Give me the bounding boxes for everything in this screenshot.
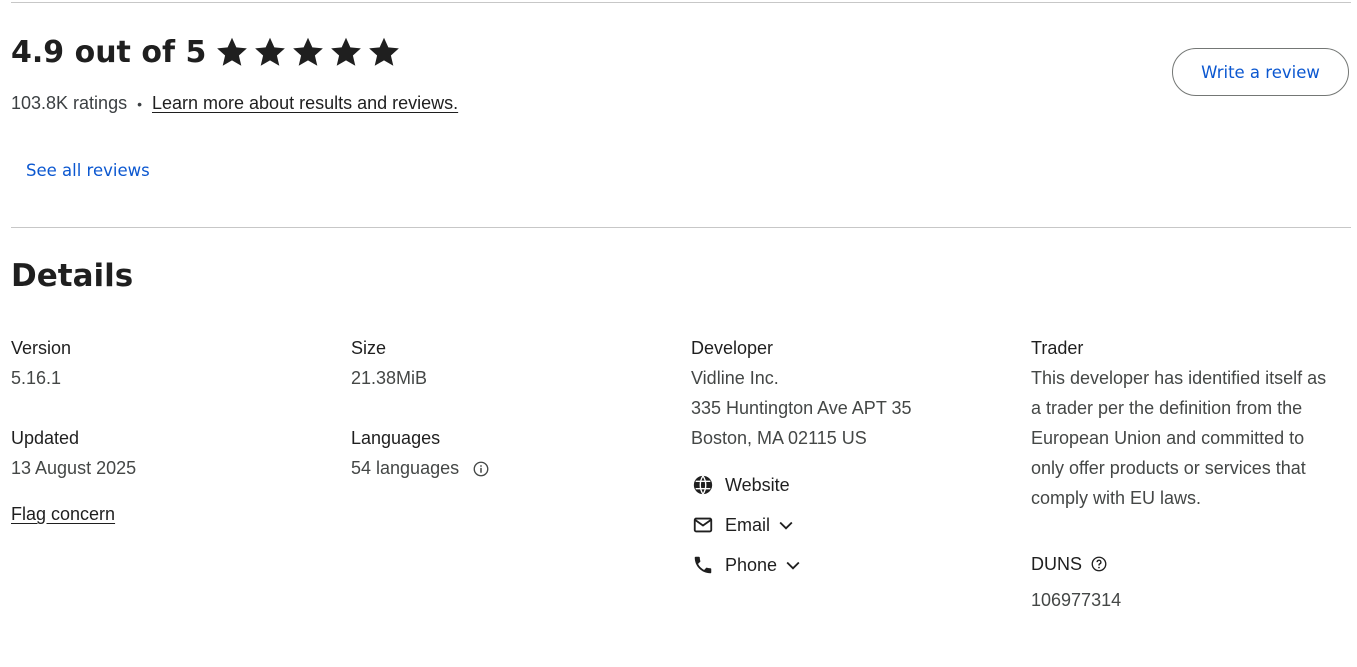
size-label: Size xyxy=(351,338,387,358)
chevron-down-icon xyxy=(783,555,803,575)
section-divider xyxy=(11,227,1351,228)
size-value: 21.38MiB xyxy=(351,368,428,388)
ratings-count: 103.8K ratings xyxy=(11,93,128,113)
star-icon xyxy=(293,37,324,66)
details-column-size: Size 21.38MiB Languages 54 languages xyxy=(351,333,671,483)
star-icon xyxy=(331,37,362,66)
developer-website-link[interactable]: Website xyxy=(691,465,1011,505)
developer-phone-toggle[interactable]: Phone xyxy=(691,545,1011,585)
phone-label: Phone xyxy=(725,555,778,575)
mail-icon xyxy=(691,513,715,537)
website-label: Website xyxy=(725,475,790,495)
separator-dot: • xyxy=(137,95,142,112)
languages-label: Languages xyxy=(351,428,441,448)
developer-address-line1: 335 Huntington Ave APT 35 xyxy=(691,398,912,418)
globe-icon xyxy=(691,473,715,497)
developer-name: Vidline Inc. xyxy=(691,368,779,388)
star-icon xyxy=(217,37,248,66)
learn-more-link[interactable]: Learn more about results and reviews. xyxy=(152,93,458,114)
duns-value: 106977314 xyxy=(1031,590,1122,610)
details-heading: Details xyxy=(11,258,134,294)
email-label: Email xyxy=(725,515,771,535)
details-column-trader: Trader This developer has identified its… xyxy=(1031,333,1331,615)
version-label: Version xyxy=(11,338,72,358)
details-column-version: Version 5.16.1 Updated 13 August 2025 Fl… xyxy=(11,333,331,529)
info-icon[interactable] xyxy=(472,460,490,478)
duns-label: DUNS xyxy=(1031,554,1083,574)
trader-description: This developer has identified itself as … xyxy=(1031,368,1327,508)
developer-address-line2: Boston, MA 02115 US xyxy=(691,428,867,448)
rating-title-text: 4.9 out of 5 xyxy=(11,34,207,70)
version-value: 5.16.1 xyxy=(11,368,62,388)
phone-icon xyxy=(691,553,715,577)
write-review-button[interactable]: Write a review xyxy=(1172,48,1349,96)
ratings-summary: 103.8K ratings • Learn more about result… xyxy=(11,93,458,114)
see-all-reviews-link[interactable]: See all reviews xyxy=(26,161,150,180)
updated-value: 13 August 2025 xyxy=(11,458,137,478)
star-icon xyxy=(255,37,286,66)
updated-label: Updated xyxy=(11,428,80,448)
star-rating xyxy=(214,34,402,70)
developer-label: Developer xyxy=(691,338,774,358)
developer-email-toggle[interactable]: Email xyxy=(691,505,1011,545)
details-column-developer: Developer Vidline Inc. 335 Huntington Av… xyxy=(691,333,1011,585)
flag-concern-link[interactable]: Flag concern xyxy=(11,499,115,529)
chevron-down-icon xyxy=(776,515,796,535)
help-icon[interactable] xyxy=(1090,555,1108,573)
rating-heading: 4.9 out of 5 xyxy=(11,34,402,70)
star-half-icon xyxy=(369,37,400,66)
top-divider xyxy=(11,2,1351,3)
trader-label: Trader xyxy=(1031,338,1084,358)
languages-value: 54 languages xyxy=(351,458,460,478)
